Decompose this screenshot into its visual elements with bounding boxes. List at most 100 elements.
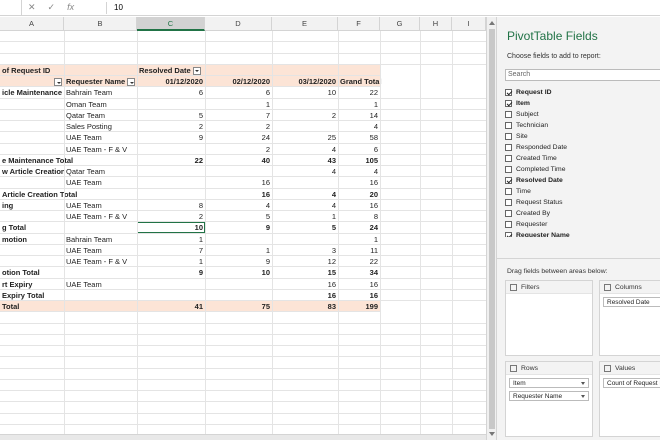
column-header-g[interactable]: G: [380, 17, 420, 31]
requester-name[interactable]: [64, 267, 137, 278]
value-cell[interactable]: 9: [205, 222, 272, 233]
value-cell[interactable]: 1: [137, 256, 205, 267]
requester-name[interactable]: [64, 301, 137, 312]
row-label[interactable]: ing: [0, 200, 64, 211]
column-header-d[interactable]: D: [205, 17, 272, 31]
field-item[interactable]: Requester: [505, 219, 660, 230]
value-cell[interactable]: 5: [137, 110, 205, 121]
filter-dropdown-icon[interactable]: [192, 66, 201, 75]
value-cell[interactable]: 34: [338, 267, 380, 278]
column-header-h[interactable]: H: [420, 17, 452, 31]
value-cell[interactable]: 10: [137, 222, 205, 234]
row-label[interactable]: [0, 132, 64, 143]
vertical-scrollbar[interactable]: [486, 17, 496, 440]
value-cell[interactable]: 1: [137, 234, 205, 245]
value-cell[interactable]: 1: [338, 234, 380, 245]
value-cell[interactable]: 15: [272, 267, 338, 278]
requester-name[interactable]: UAE Team: [64, 200, 137, 211]
requester-name[interactable]: UAE Team - F & V: [64, 144, 137, 155]
requester-name[interactable]: UAE Team - F & V: [64, 256, 137, 267]
field-item[interactable]: Subject: [505, 109, 660, 120]
value-cell[interactable]: 4: [338, 121, 380, 132]
field-checkbox[interactable]: [505, 166, 512, 173]
row-label[interactable]: Total: [0, 301, 64, 312]
values-chip[interactable]: Count of Request I: [603, 378, 660, 388]
requester-name[interactable]: [64, 290, 137, 301]
field-checkbox[interactable]: [505, 221, 512, 228]
column-header-e[interactable]: E: [272, 17, 338, 31]
field-checkbox[interactable]: [505, 111, 512, 118]
value-cell[interactable]: 1: [338, 99, 380, 110]
row-label[interactable]: Expiry Total: [0, 290, 64, 301]
field-checkbox[interactable]: [505, 144, 512, 151]
filter-dropdown-icon[interactable]: [54, 78, 62, 87]
value-cell[interactable]: 199: [338, 301, 380, 312]
value-cell[interactable]: 4: [272, 189, 338, 200]
value-cell[interactable]: 12: [272, 256, 338, 267]
row-label[interactable]: [0, 245, 64, 256]
filters-area[interactable]: Filters: [505, 280, 593, 356]
requester-name[interactable]: [64, 189, 137, 200]
field-item[interactable]: Resolved Date: [505, 175, 660, 186]
value-cell[interactable]: 58: [338, 132, 380, 143]
value-cell[interactable]: [272, 121, 338, 132]
row-label[interactable]: [0, 256, 64, 267]
column-labels-header[interactable]: Resolved Date: [137, 65, 205, 76]
value-cell[interactable]: 5: [272, 222, 338, 233]
value-cell[interactable]: 75: [205, 301, 272, 312]
field-checkbox[interactable]: [505, 232, 512, 237]
grand-total-header[interactable]: Grand Total: [338, 76, 382, 87]
field-checkbox[interactable]: [505, 188, 512, 195]
value-cell[interactable]: [205, 234, 272, 245]
value-cell[interactable]: [205, 279, 272, 290]
requester-name[interactable]: [64, 222, 137, 233]
rows-chip[interactable]: Item: [509, 378, 589, 388]
requester-name[interactable]: UAE Team: [64, 177, 137, 188]
value-cell[interactable]: 16: [338, 200, 380, 211]
row-label[interactable]: [0, 121, 64, 132]
cancel-icon[interactable]: ✕: [28, 2, 36, 14]
requester-name[interactable]: [64, 155, 137, 166]
value-cell[interactable]: [205, 290, 272, 301]
value-cell[interactable]: 2: [205, 121, 272, 132]
field-checkbox[interactable]: [505, 89, 512, 96]
row-label[interactable]: icle Maintenance: [0, 87, 64, 98]
row-label[interactable]: otion Total: [0, 267, 64, 278]
column-header-b[interactable]: B: [64, 17, 137, 31]
rows-chip[interactable]: Requester Name: [509, 391, 589, 401]
value-cell[interactable]: 2: [272, 110, 338, 121]
value-cell[interactable]: 4: [272, 166, 338, 177]
field-checkbox[interactable]: [505, 199, 512, 206]
value-cell[interactable]: 24: [338, 222, 380, 233]
pivot-value-header[interactable]: of Request ID: [0, 65, 64, 76]
field-item[interactable]: Item: [505, 98, 660, 109]
row-label[interactable]: w Article Creation: [0, 166, 66, 177]
value-cell[interactable]: 9: [205, 256, 272, 267]
value-cell[interactable]: 7: [137, 245, 205, 256]
requester-name[interactable]: Bahrain Team: [64, 87, 137, 98]
scroll-thumb[interactable]: [489, 29, 495, 429]
value-cell[interactable]: 11: [338, 245, 380, 256]
value-cell[interactable]: 1: [272, 211, 338, 222]
value-cell[interactable]: [137, 290, 205, 301]
rows-area[interactable]: Rows Item Requester Name: [505, 361, 593, 437]
field-item[interactable]: Site: [505, 131, 660, 142]
value-cell[interactable]: 10: [205, 267, 272, 278]
row-label[interactable]: [0, 211, 64, 222]
enter-icon[interactable]: ✓: [48, 2, 56, 14]
worksheet-grid[interactable]: ABCDEFGHI of Request ID Resolved Date Requ…: [0, 17, 486, 440]
value-cell[interactable]: 24: [205, 132, 272, 143]
value-cell[interactable]: 16: [338, 290, 380, 301]
field-checkbox[interactable]: [505, 122, 512, 129]
value-cell[interactable]: 16: [272, 279, 338, 290]
row-labels-header[interactable]: [0, 76, 64, 87]
value-cell[interactable]: 4: [272, 200, 338, 211]
value-cell[interactable]: 41: [137, 301, 205, 312]
value-cell[interactable]: 22: [338, 256, 380, 267]
row-label[interactable]: rt Expiry: [0, 279, 64, 290]
field-item[interactable]: Requester Name: [505, 230, 660, 237]
value-cell[interactable]: 43: [272, 155, 338, 166]
value-cell[interactable]: 16: [205, 189, 272, 200]
value-cell[interactable]: [137, 189, 205, 200]
values-area[interactable]: Values Count of Request I: [599, 361, 660, 437]
